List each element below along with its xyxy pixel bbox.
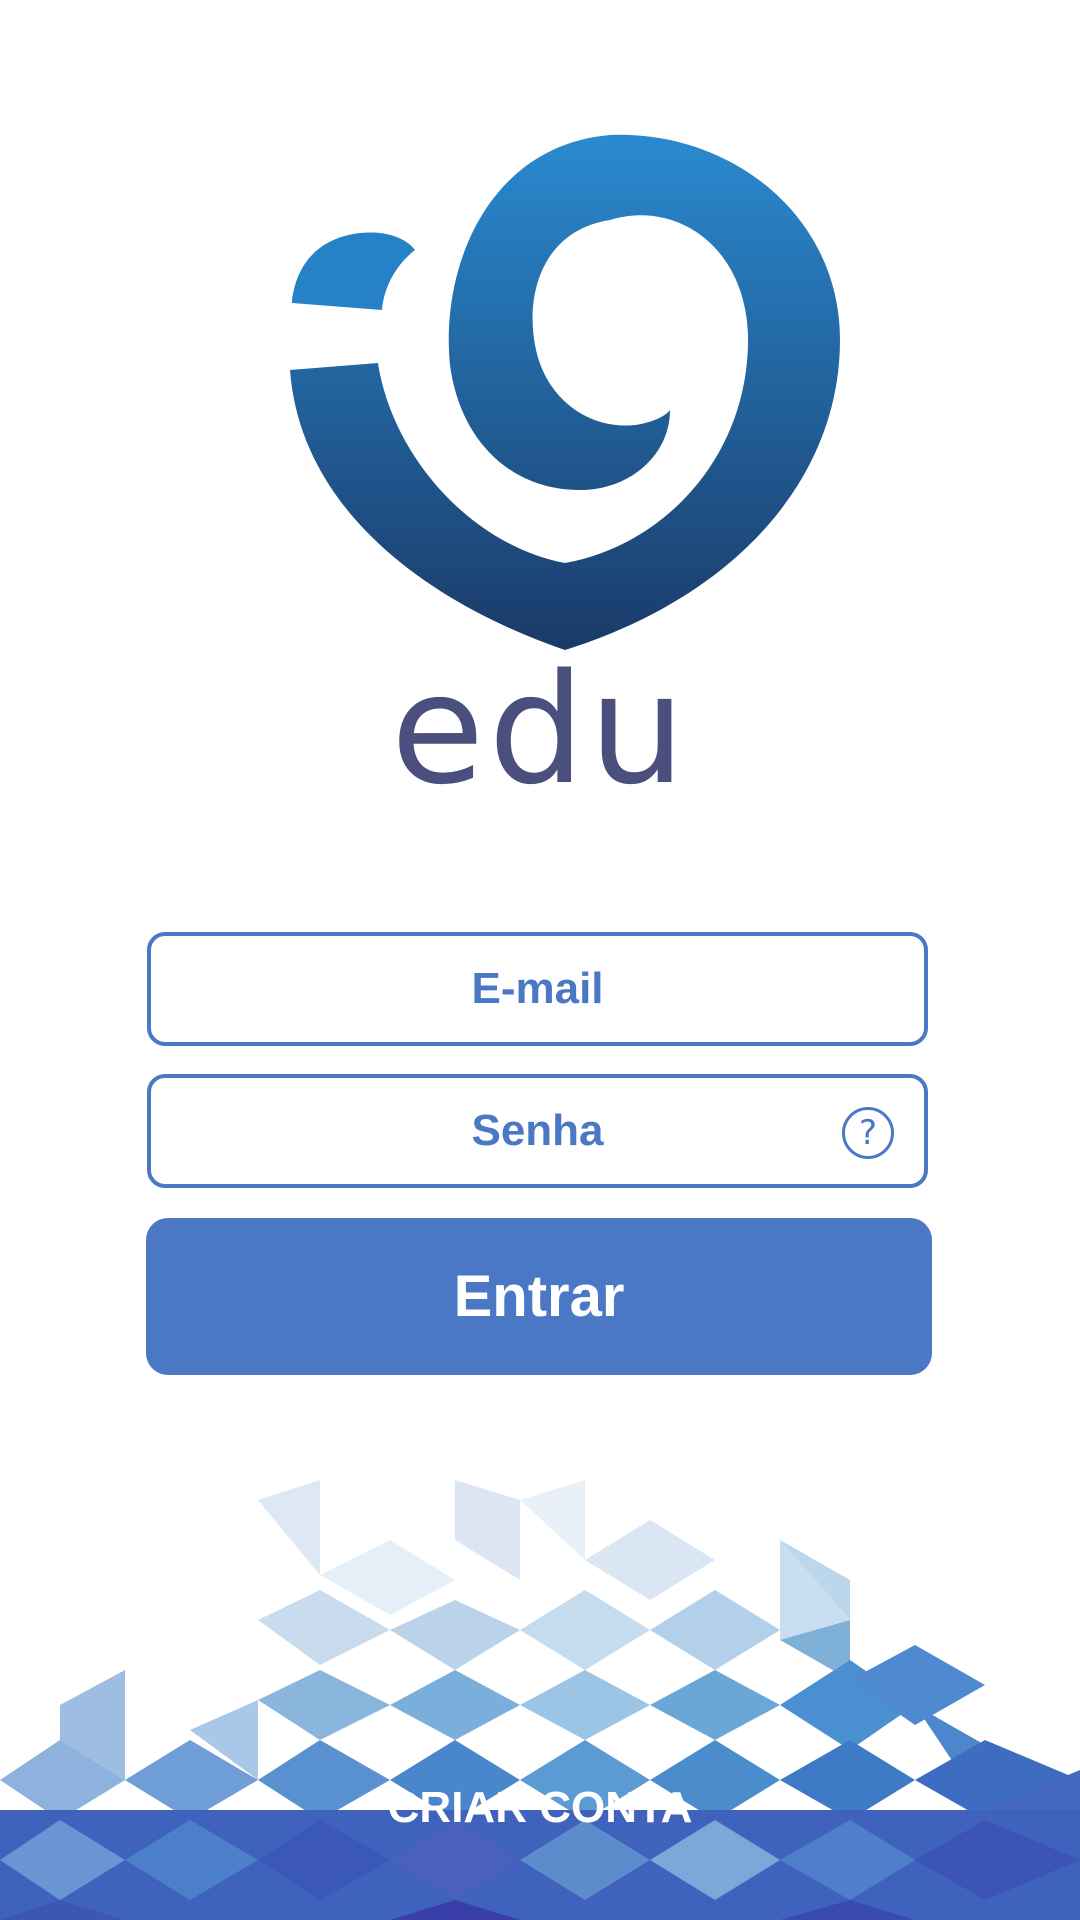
- login-screen: edu ? Entrar: [0, 0, 1080, 1920]
- email-field[interactable]: [151, 936, 924, 1042]
- email-field-container: [147, 932, 928, 1046]
- brand-wordmark: edu: [390, 641, 690, 818]
- password-field[interactable]: [151, 1078, 924, 1184]
- brand-logo-icon: [290, 134, 840, 650]
- create-account-link[interactable]: CRIAR CONTA: [0, 1778, 1080, 1838]
- triangle-mosaic-background: [0, 1480, 1080, 1920]
- enter-button[interactable]: Entrar: [146, 1218, 932, 1375]
- password-field-container: ?: [147, 1074, 928, 1188]
- question-circle-icon[interactable]: ?: [842, 1107, 894, 1159]
